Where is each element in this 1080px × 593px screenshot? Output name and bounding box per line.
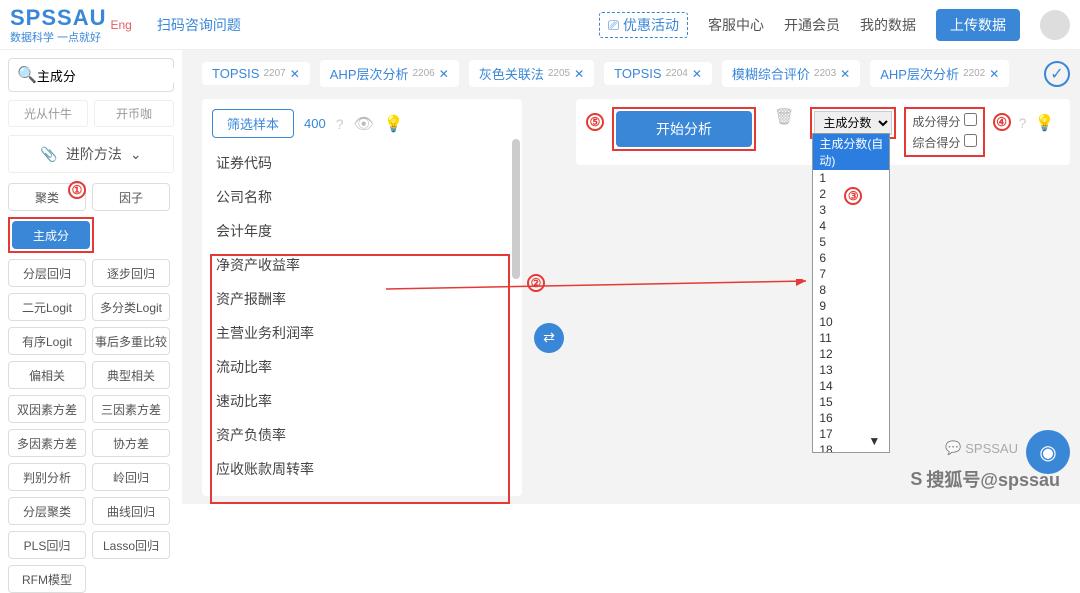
dropdown-option[interactable]: 7 bbox=[813, 266, 889, 282]
trash-icon[interactable]: 🗑 bbox=[774, 107, 794, 127]
eye-icon[interactable]: 👁 bbox=[354, 114, 374, 134]
help-icon-2[interactable]: ? bbox=[1019, 115, 1027, 131]
tab-2207[interactable]: TOPSIS2207✕ bbox=[202, 62, 310, 85]
dropdown-option[interactable]: 10 bbox=[813, 314, 889, 330]
tab-2202[interactable]: AHP层次分析2202✕ bbox=[870, 60, 1009, 87]
start-analysis-button[interactable]: 开始分析 bbox=[616, 111, 752, 147]
arrow-annotation bbox=[386, 279, 816, 309]
method-岭回归[interactable]: 岭回归 bbox=[92, 463, 170, 491]
close-icon[interactable]: ✕ bbox=[574, 67, 584, 81]
dropdown-option[interactable]: 1 bbox=[813, 170, 889, 186]
avatar[interactable] bbox=[1040, 10, 1070, 40]
refresh-icon[interactable]: ✓ bbox=[1044, 61, 1070, 87]
annotation-4: ④ bbox=[993, 113, 1011, 131]
method-PLS回归[interactable]: PLS回归 bbox=[8, 531, 86, 559]
var-item[interactable]: 速动比率 bbox=[212, 384, 512, 418]
method-判别分析[interactable]: 判别分析 bbox=[8, 463, 86, 491]
help-icon[interactable]: ? bbox=[336, 116, 344, 132]
method-曲线回归[interactable]: 曲线回归 bbox=[92, 497, 170, 525]
method-主成分[interactable]: 主成分 bbox=[12, 221, 90, 249]
annotation-2: ② bbox=[527, 274, 545, 292]
var-item[interactable]: 公司名称 bbox=[212, 180, 512, 214]
method-典型相关[interactable]: 典型相关 bbox=[92, 361, 170, 389]
nav-support[interactable]: 客服中心 bbox=[708, 15, 764, 35]
paperclip-icon: 📎 bbox=[40, 146, 57, 163]
promo-link[interactable]: ⎚ 优惠活动 bbox=[599, 12, 688, 38]
close-icon[interactable]: ✕ bbox=[692, 67, 702, 81]
method-多分类Logit[interactable]: 多分类Logit bbox=[92, 293, 170, 321]
dropdown-option[interactable]: 15 bbox=[813, 394, 889, 410]
var-item[interactable]: 流动比率 bbox=[212, 350, 512, 384]
method-因子[interactable]: 因子 bbox=[92, 183, 170, 211]
method-有序Logit[interactable]: 有序Logit bbox=[8, 327, 86, 355]
pc-count-select[interactable]: 主成分数(自 bbox=[814, 111, 892, 135]
bulb-icon-2[interactable]: 💡 bbox=[1034, 113, 1054, 133]
dropdown-option[interactable]: 12 bbox=[813, 346, 889, 362]
close-icon[interactable]: ✕ bbox=[989, 67, 999, 81]
dropdown-option[interactable]: 14 bbox=[813, 378, 889, 394]
dropdown-option[interactable]: 4 bbox=[813, 218, 889, 234]
dropdown-option[interactable]: 13 bbox=[813, 362, 889, 378]
search-icon: 🔍 bbox=[17, 65, 37, 85]
logo: SPSSAU bbox=[10, 5, 106, 30]
method-多因素方差[interactable]: 多因素方差 bbox=[8, 429, 86, 457]
scan-text[interactable]: 扫码咨询问题 bbox=[157, 15, 241, 35]
advance-methods-toggle[interactable]: 📎 进阶方法 ⌄ bbox=[8, 135, 174, 173]
scrollbar[interactable] bbox=[512, 139, 520, 279]
tab-2206[interactable]: AHP层次分析2206✕ bbox=[320, 60, 459, 87]
score-checkbox[interactable]: 成分得分 bbox=[912, 113, 976, 130]
dropdown-option[interactable]: 9 bbox=[813, 298, 889, 314]
close-icon[interactable]: ✕ bbox=[439, 67, 449, 81]
dropdown-option[interactable]: 主成分数(自动) bbox=[813, 134, 889, 170]
transfer-button[interactable]: ⇄ bbox=[534, 323, 564, 353]
nav-mydata[interactable]: 我的数据 bbox=[860, 15, 916, 35]
bulb-icon[interactable]: 💡 bbox=[384, 114, 404, 134]
dropdown-option[interactable]: 11 bbox=[813, 330, 889, 346]
chevron-down-icon: ⌄ bbox=[130, 146, 142, 163]
var-item[interactable]: 会计年度 bbox=[212, 214, 512, 248]
pc-count-dropdown[interactable]: 主成分数(自动) 1234567891011121314151617181920… bbox=[812, 133, 890, 453]
var-item[interactable]: 资产负债率 bbox=[212, 418, 512, 452]
method-逐步回归[interactable]: 逐步回归 bbox=[92, 259, 170, 287]
method-事后多重比较[interactable]: 事后多重比较 bbox=[92, 327, 170, 355]
watermark-top: 💬 SPSSAU bbox=[945, 440, 1018, 456]
scroll-down-icon[interactable]: ▼ bbox=[862, 433, 886, 449]
watermark: S 搜狐号@spssau bbox=[910, 466, 1060, 492]
annotation-1: ① bbox=[68, 181, 86, 199]
method-双因素方差[interactable]: 双因素方差 bbox=[8, 395, 86, 423]
close-icon[interactable]: ✕ bbox=[840, 67, 850, 81]
dropdown-option[interactable]: 5 bbox=[813, 234, 889, 250]
filter-sample-button[interactable]: 筛选样本 bbox=[212, 109, 294, 138]
method-分层聚类[interactable]: 分层聚类 bbox=[8, 497, 86, 525]
method-Lasso回归[interactable]: Lasso回归 bbox=[92, 531, 170, 559]
var-item[interactable]: 证券代码 bbox=[212, 146, 512, 180]
tab-2204[interactable]: TOPSIS2204✕ bbox=[604, 62, 712, 85]
method-协方差[interactable]: 协方差 bbox=[92, 429, 170, 457]
nav-member[interactable]: 开通会员 bbox=[784, 15, 840, 35]
method-偏相关[interactable]: 偏相关 bbox=[8, 361, 86, 389]
sample-count: 400 bbox=[304, 116, 326, 131]
side-half-1[interactable]: 光从什牛 bbox=[8, 100, 88, 127]
side-half-2[interactable]: 开币咖 bbox=[94, 100, 174, 127]
method-二元Logit[interactable]: 二元Logit bbox=[8, 293, 86, 321]
lang-eng[interactable]: Eng bbox=[110, 18, 131, 32]
method-三因素方差[interactable]: 三因素方差 bbox=[92, 395, 170, 423]
composite-checkbox[interactable]: 综合得分 bbox=[912, 134, 976, 151]
method-分层回归[interactable]: 分层回归 bbox=[8, 259, 86, 287]
dropdown-option[interactable]: 6 bbox=[813, 250, 889, 266]
search-input-wrap[interactable]: 🔍 ✕ bbox=[8, 58, 174, 92]
dropdown-option[interactable]: 8 bbox=[813, 282, 889, 298]
tab-2203[interactable]: 模糊综合评价2203✕ bbox=[722, 60, 860, 87]
upload-button[interactable]: 上传数据 bbox=[936, 9, 1020, 41]
dropdown-option[interactable]: 16 bbox=[813, 410, 889, 426]
close-icon[interactable]: ✕ bbox=[290, 67, 300, 81]
var-item[interactable]: 主营业务利润率 bbox=[212, 316, 512, 350]
var-item[interactable]: 净资产收益率 bbox=[212, 248, 512, 282]
logo-slogan: 数据科学 一点就好 bbox=[10, 29, 106, 45]
method-RFM模型[interactable]: RFM模型 bbox=[8, 565, 86, 593]
tab-2205[interactable]: 灰色关联法2205✕ bbox=[469, 60, 594, 87]
annotation-5: ⑤ bbox=[586, 113, 604, 131]
var-item[interactable]: 应收账款周转率 bbox=[212, 452, 512, 486]
